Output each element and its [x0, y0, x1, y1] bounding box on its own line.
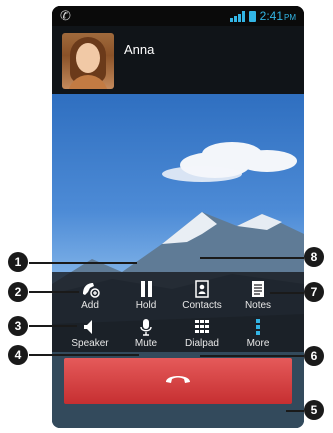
callout-4: 4 [8, 345, 28, 365]
status-right: 2:41PM [229, 9, 296, 23]
contacts-button[interactable]: Contacts [172, 280, 232, 311]
battery-icon [248, 10, 256, 22]
end-call-button[interactable] [64, 358, 292, 404]
add-call-icon [83, 283, 100, 298]
callout-line-4 [29, 354, 139, 356]
more-button[interactable]: More [228, 318, 288, 349]
notes-label: Notes [244, 300, 272, 311]
callout-2: 2 [8, 282, 28, 302]
callout-line-1 [29, 262, 137, 264]
mute-label: Mute [134, 338, 158, 349]
contacts-label: Contacts [182, 300, 222, 311]
dialpad-label: Dialpad [185, 338, 219, 349]
callout-7: 7 [304, 282, 324, 302]
clock: 2:41PM [259, 9, 296, 23]
caller-name: Anna [124, 42, 155, 57]
callout-line-3 [29, 325, 77, 327]
phone-icon: ✆ [60, 8, 71, 23]
more-icon [256, 319, 260, 335]
dialpad-icon [195, 320, 209, 333]
hang-up-icon [166, 376, 190, 383]
callout-line-5 [286, 410, 304, 412]
caller-bar: Anna [52, 26, 304, 94]
hold-label: Hold [135, 300, 157, 311]
callout-8: 8 [304, 247, 324, 267]
microphone-icon [140, 319, 152, 336]
speaker-icon [84, 320, 92, 334]
callout-line-6 [200, 355, 304, 357]
dialpad-button[interactable]: Dialpad [172, 318, 232, 349]
callout-line-2 [29, 291, 79, 293]
more-label: More [246, 338, 270, 349]
signal-icon [229, 10, 245, 22]
callout-line-8 [200, 257, 304, 259]
phone-screen: ✆ 2:41PM Anna Add Hold Contacts Notes Sp… [52, 6, 304, 428]
speaker-button[interactable]: Speaker [60, 318, 120, 349]
status-bar: ✆ 2:41PM [52, 6, 304, 26]
call-controls: Add Hold Contacts Notes Speaker Mute Dia… [52, 272, 304, 352]
avatar [62, 33, 114, 89]
add-label: Add [81, 300, 99, 311]
notes-button[interactable]: Notes [228, 280, 288, 311]
callout-line-7 [270, 292, 304, 294]
callout-6: 6 [304, 346, 324, 366]
notes-icon [252, 281, 264, 297]
speaker-label: Speaker [71, 338, 109, 349]
contacts-icon [195, 280, 209, 298]
callout-5: 5 [304, 400, 324, 420]
callout-3: 3 [8, 316, 28, 336]
callout-1: 1 [8, 252, 28, 272]
add-call-button[interactable]: Add [60, 280, 120, 311]
pause-icon [141, 281, 152, 297]
hold-button[interactable]: Hold [116, 280, 176, 311]
mute-button[interactable]: Mute [116, 318, 176, 349]
